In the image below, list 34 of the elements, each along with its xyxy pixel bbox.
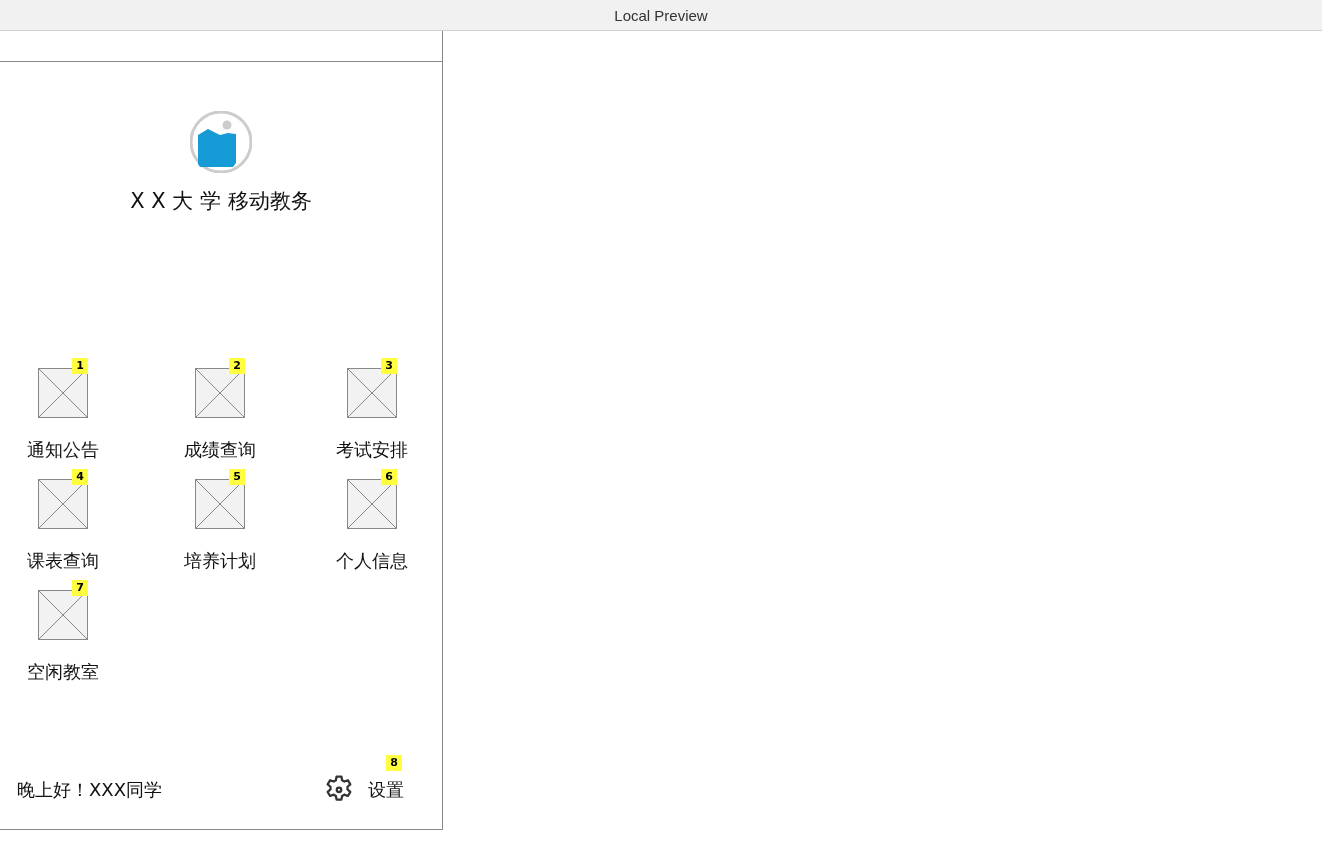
- menu-label: 成绩查询: [184, 438, 256, 462]
- menu-label: 通知公告: [27, 438, 99, 462]
- settings-link[interactable]: 设置: [368, 778, 404, 802]
- menu-label: 课表查询: [27, 549, 99, 573]
- image-placeholder-icon: [195, 479, 245, 529]
- image-icon: [190, 111, 252, 173]
- number-badge: 1: [72, 358, 88, 374]
- menu-item[interactable]: 3 考试安排: [314, 358, 430, 469]
- image-placeholder-icon: [38, 479, 88, 529]
- number-badge: 8: [386, 755, 402, 771]
- menu-item[interactable]: 5 培养计划: [126, 469, 314, 580]
- image-placeholder-icon: [195, 368, 245, 418]
- menu-label: 空闲教室: [27, 660, 99, 684]
- image-placeholder-icon: [38, 368, 88, 418]
- image-placeholder-icon: [38, 590, 88, 640]
- image-placeholder-icon: [347, 368, 397, 418]
- menu-item[interactable]: 6 个人信息: [314, 469, 430, 580]
- window-title: Local Preview: [614, 6, 708, 24]
- menu-label: 培养计划: [184, 549, 256, 573]
- menu-label: 个人信息: [336, 549, 408, 573]
- image-placeholder-icon: [347, 479, 397, 529]
- app-title: X X 大 学 移动教务: [130, 188, 312, 215]
- menu-item[interactable]: 1 通知公告: [0, 358, 126, 469]
- menu-item[interactable]: 4 课表查询: [0, 469, 126, 580]
- number-badge: 6: [381, 469, 397, 485]
- number-badge: 7: [72, 580, 88, 596]
- number-badge: 5: [229, 469, 245, 485]
- menu-label: 考试安排: [336, 438, 408, 462]
- menu-item[interactable]: 2 成绩查询: [126, 358, 314, 469]
- number-badge: 2: [229, 358, 245, 374]
- greeting-text: 晚上好！XXX同学: [17, 778, 162, 802]
- number-badge: 4: [72, 469, 88, 485]
- number-badge: 3: [381, 358, 397, 374]
- menu-item[interactable]: 7 空闲教室: [0, 580, 126, 691]
